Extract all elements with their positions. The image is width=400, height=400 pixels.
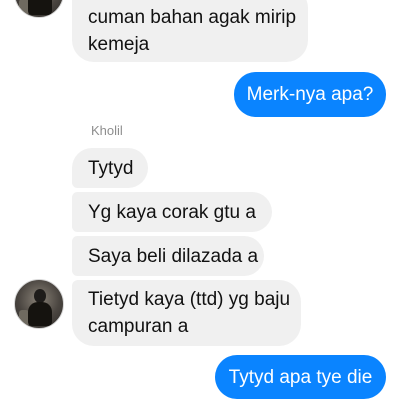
incoming-message[interactable]: Tietyd kaya (ttd) yg baju campuran a (72, 280, 301, 346)
avatar-photo-head (34, 289, 46, 303)
outgoing-message[interactable]: Merk-nya apa? (234, 72, 386, 117)
message-text-line: cuman bahan agak mirip (88, 7, 297, 28)
message-text-line: campuran a (88, 316, 189, 337)
message-text: Merk-nya apa? (246, 84, 374, 105)
incoming-message[interactable]: Saya beli dilazada a (72, 236, 264, 276)
message-text: Tytyd (88, 157, 134, 179)
contact-avatar[interactable] (14, 0, 64, 18)
message-text: Yg kaya corak gtu a (88, 201, 256, 223)
message-text: Saya beli dilazada a (88, 245, 259, 267)
incoming-message[interactable]: cuman bahan agak mirip kemeja (72, 0, 308, 62)
outgoing-message[interactable]: Tytyd apa tye die (215, 355, 386, 399)
message-text-line: kemeja (88, 34, 150, 55)
avatar-photo-body (28, 302, 52, 326)
sender-name: Kholil (91, 123, 123, 138)
contact-avatar[interactable] (14, 279, 64, 329)
message-text: Tytyd apa tye die (228, 366, 373, 388)
incoming-message[interactable]: Yg kaya corak gtu a (72, 192, 272, 232)
message-text-line: Tietyd kaya (ttd) yg baju (88, 289, 291, 310)
incoming-message[interactable]: Tytyd (72, 148, 148, 188)
avatar-photo-body (28, 0, 52, 15)
